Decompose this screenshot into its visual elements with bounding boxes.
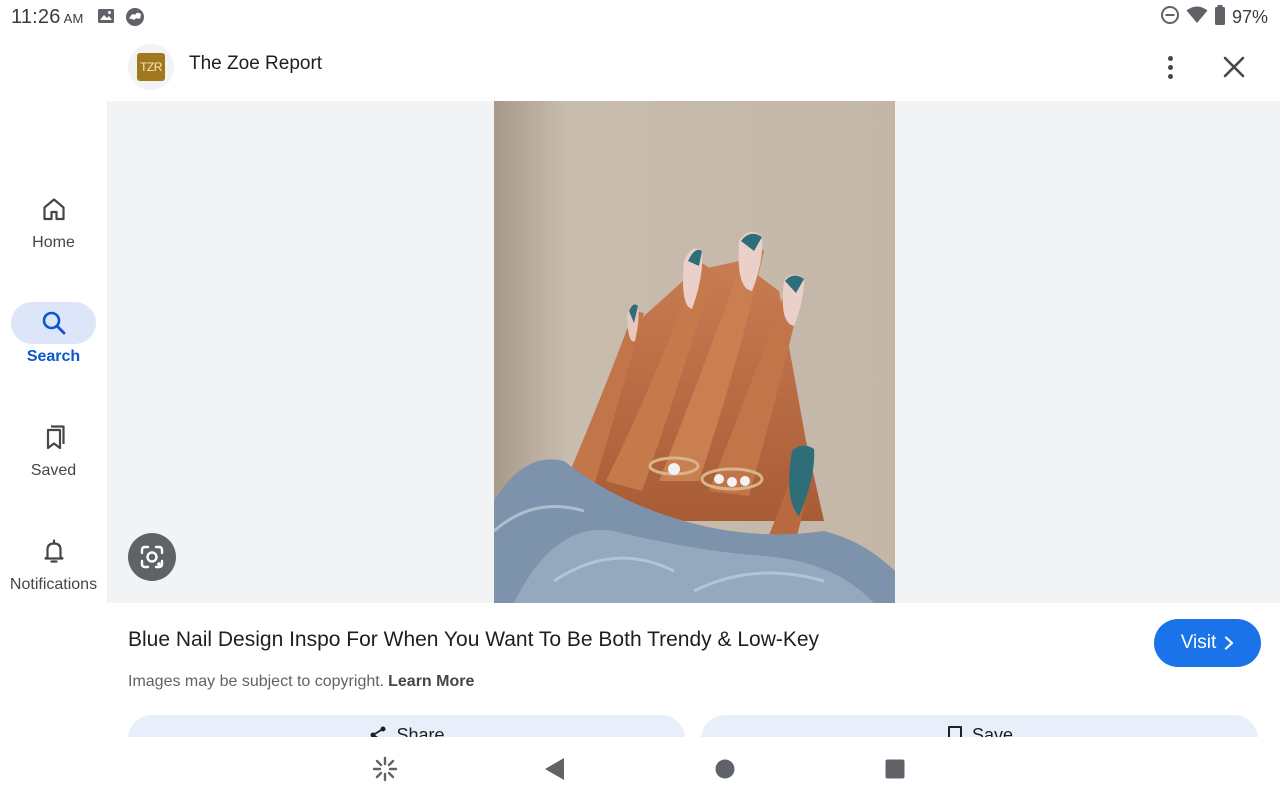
result-image[interactable] <box>494 101 895 603</box>
system-nav-bar <box>0 737 1280 800</box>
image-viewer <box>107 101 1280 603</box>
side-nav: Home Search Saved Notifications <box>0 100 107 740</box>
do-not-disturb-icon <box>1160 5 1180 30</box>
recents-button[interactable] <box>881 755 909 783</box>
recents-icon <box>885 759 905 779</box>
site-logo-text: TZR <box>137 53 165 81</box>
site-logo[interactable]: TZR <box>128 44 174 90</box>
nav-icon-wrap <box>11 530 96 572</box>
save-button[interactable]: Save <box>701 715 1258 737</box>
bookmark-icon <box>947 726 962 737</box>
visit-button[interactable]: Visit <box>1154 619 1261 667</box>
status-right: 97% <box>1160 5 1268 30</box>
save-label: Save <box>971 725 1014 737</box>
copyright-text: Images may be subject to copyright. <box>128 673 385 690</box>
share-icon <box>370 726 386 737</box>
nav-label-home: Home <box>32 234 75 251</box>
battery-icon <box>1214 5 1226 30</box>
close-button[interactable] <box>1218 51 1250 83</box>
nav-item-notifications[interactable]: Notifications <box>0 530 107 594</box>
nav-item-home[interactable]: Home <box>0 188 107 252</box>
lens-icon <box>140 545 164 569</box>
nav-label-notifications: Notifications <box>9 576 98 593</box>
image-icon <box>97 7 115 32</box>
status-bar: 11:26 AM 97% <box>0 0 1280 34</box>
search-icon <box>42 311 65 335</box>
header: TZR The Zoe Report <box>107 34 1280 101</box>
assistant-button[interactable] <box>371 755 399 783</box>
site-name[interactable]: The Zoe Report <box>189 53 322 75</box>
home-circle-icon <box>715 759 735 779</box>
share-button[interactable]: Share <box>128 715 685 737</box>
battery-percentage: 97% <box>1231 7 1268 27</box>
nail-photo-illustration <box>494 101 895 603</box>
status-left-icons <box>97 7 145 32</box>
more-vert-icon <box>1167 55 1173 61</box>
nav-icon-wrap <box>11 188 96 230</box>
close-icon <box>1223 56 1245 78</box>
lens-search-button[interactable] <box>128 533 176 581</box>
bookmarks-icon <box>46 425 65 450</box>
nav-item-saved[interactable]: Saved <box>0 416 107 480</box>
bell-icon <box>43 539 64 563</box>
nav-item-search[interactable]: Search <box>0 302 107 366</box>
screen: 11:26 AM 97% TZR The Zoe Report Home Sea… <box>0 0 1280 800</box>
nav-icon-wrap <box>11 416 96 458</box>
home-button[interactable] <box>711 755 739 783</box>
status-time: 11:26 AM <box>11 6 83 29</box>
back-icon <box>545 758 564 780</box>
more-vert-icon-dot <box>1167 64 1173 70</box>
back-button[interactable] <box>540 755 568 783</box>
home-icon <box>42 198 65 221</box>
status-time-value: 11:26 <box>11 6 61 28</box>
app-notification-icon <box>125 7 145 32</box>
status-ampm: AM <box>63 11 84 26</box>
nav-label-search: Search <box>26 348 81 365</box>
copyright-notice: Images may be subject to copyright. Learn… <box>128 673 474 691</box>
nav-icon-wrap <box>11 302 96 344</box>
share-label: Share <box>396 725 445 737</box>
wifi-icon <box>1186 6 1208 29</box>
action-buttons: Share Save <box>107 700 1280 737</box>
learn-more-link[interactable]: Learn More <box>388 673 474 690</box>
chevron-right-icon <box>1225 636 1234 650</box>
assistant-icon <box>372 756 398 782</box>
more-options-button[interactable] <box>1157 50 1183 84</box>
more-vert-icon-dot <box>1167 73 1173 79</box>
nav-label-saved: Saved <box>30 462 77 479</box>
result-title: Blue Nail Design Inspo For When You Want… <box>128 628 820 651</box>
visit-button-label: Visit <box>1180 632 1217 653</box>
